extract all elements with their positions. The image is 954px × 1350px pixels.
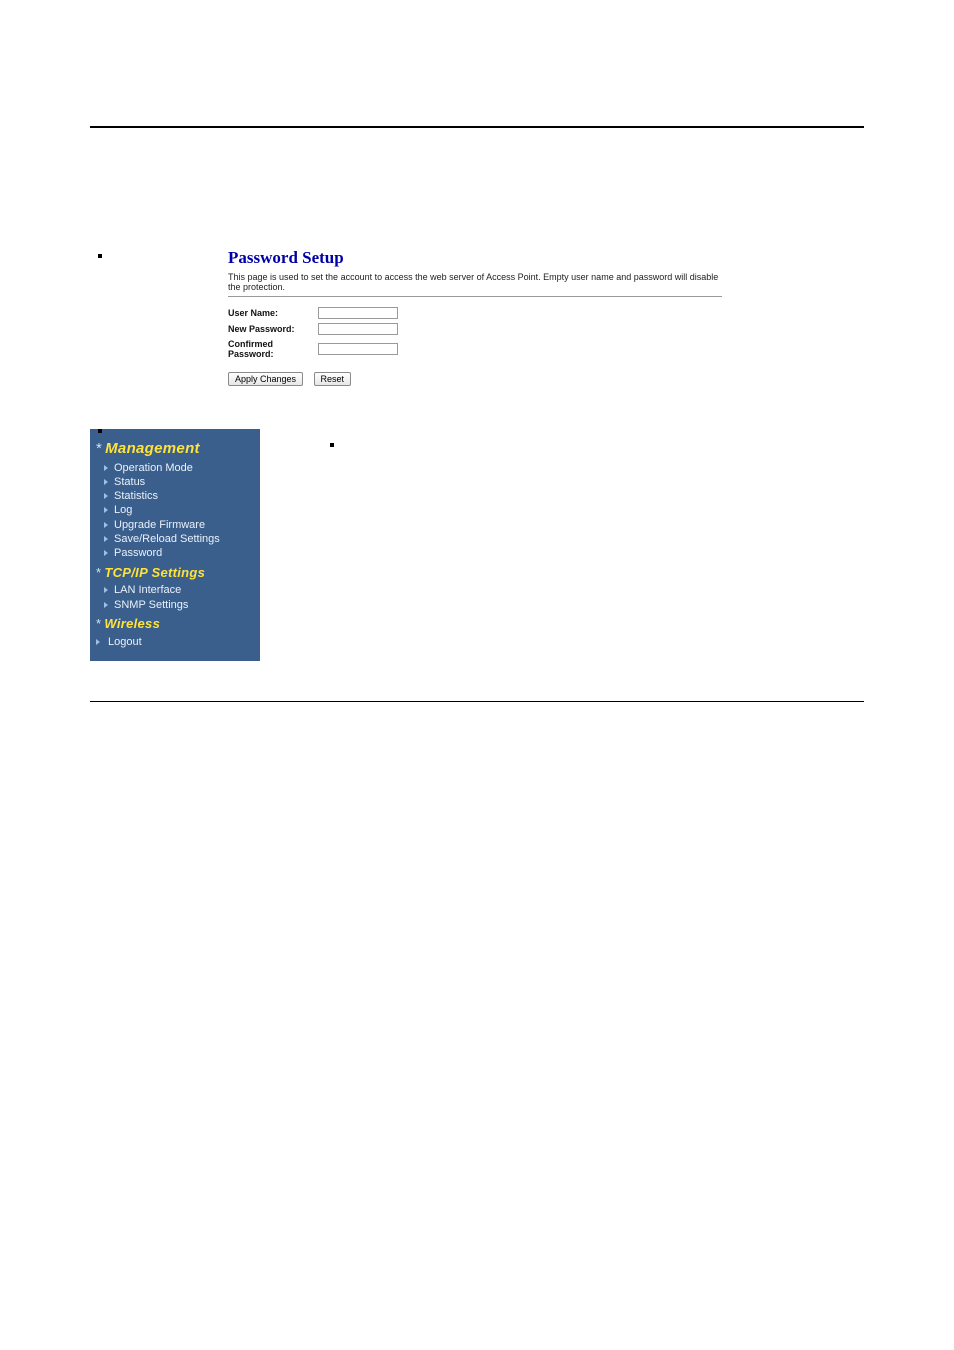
password-setup-desc: This page is used to set the account to … (228, 272, 722, 297)
sidebar-item-password[interactable]: Password (96, 546, 260, 560)
sidebar-item-upgrade-firmware[interactable]: Upgrade Firmware (96, 518, 260, 532)
password-setup-panel: Password Setup This page is used to set … (220, 248, 864, 395)
sidebar-section-wireless: *Wireless (96, 616, 260, 633)
right-bullet-marker (330, 443, 340, 453)
sidebar-item-save-reload-settings[interactable]: Save/Reload Settings (96, 532, 260, 546)
reset-button[interactable]: Reset (314, 372, 352, 386)
password-setup-title: Password Setup (228, 248, 722, 268)
bottom-rule (90, 701, 864, 702)
label-new-password: New Password: (228, 324, 318, 334)
input-new-password[interactable] (318, 323, 398, 335)
sidebar-section-tcpip: *TCP/IP Settings (96, 565, 260, 582)
sidebar-item-status[interactable]: Status (96, 475, 260, 489)
sidebar-item-log[interactable]: Log (96, 503, 260, 517)
sidebar-item-snmp-settings[interactable]: SNMP Settings (96, 598, 260, 612)
apply-changes-button[interactable]: Apply Changes (228, 372, 303, 386)
input-confirm-password[interactable] (318, 343, 398, 355)
sidebar-item-lan-interface[interactable]: LAN Interface (96, 583, 260, 597)
label-confirm-password: Confirmed Password: (228, 339, 318, 359)
label-username: User Name: (228, 308, 318, 318)
input-username[interactable] (318, 307, 398, 319)
sidebar-item-operation-mode[interactable]: Operation Mode (96, 461, 260, 475)
nav-sidebar: *Management Operation Mode Status Statis… (90, 429, 260, 661)
sidebar-item-statistics[interactable]: Statistics (96, 489, 260, 503)
sidebar-logout[interactable]: Logout (96, 635, 260, 649)
sidebar-section-management: *Management (96, 439, 260, 459)
top-rule (90, 126, 864, 128)
